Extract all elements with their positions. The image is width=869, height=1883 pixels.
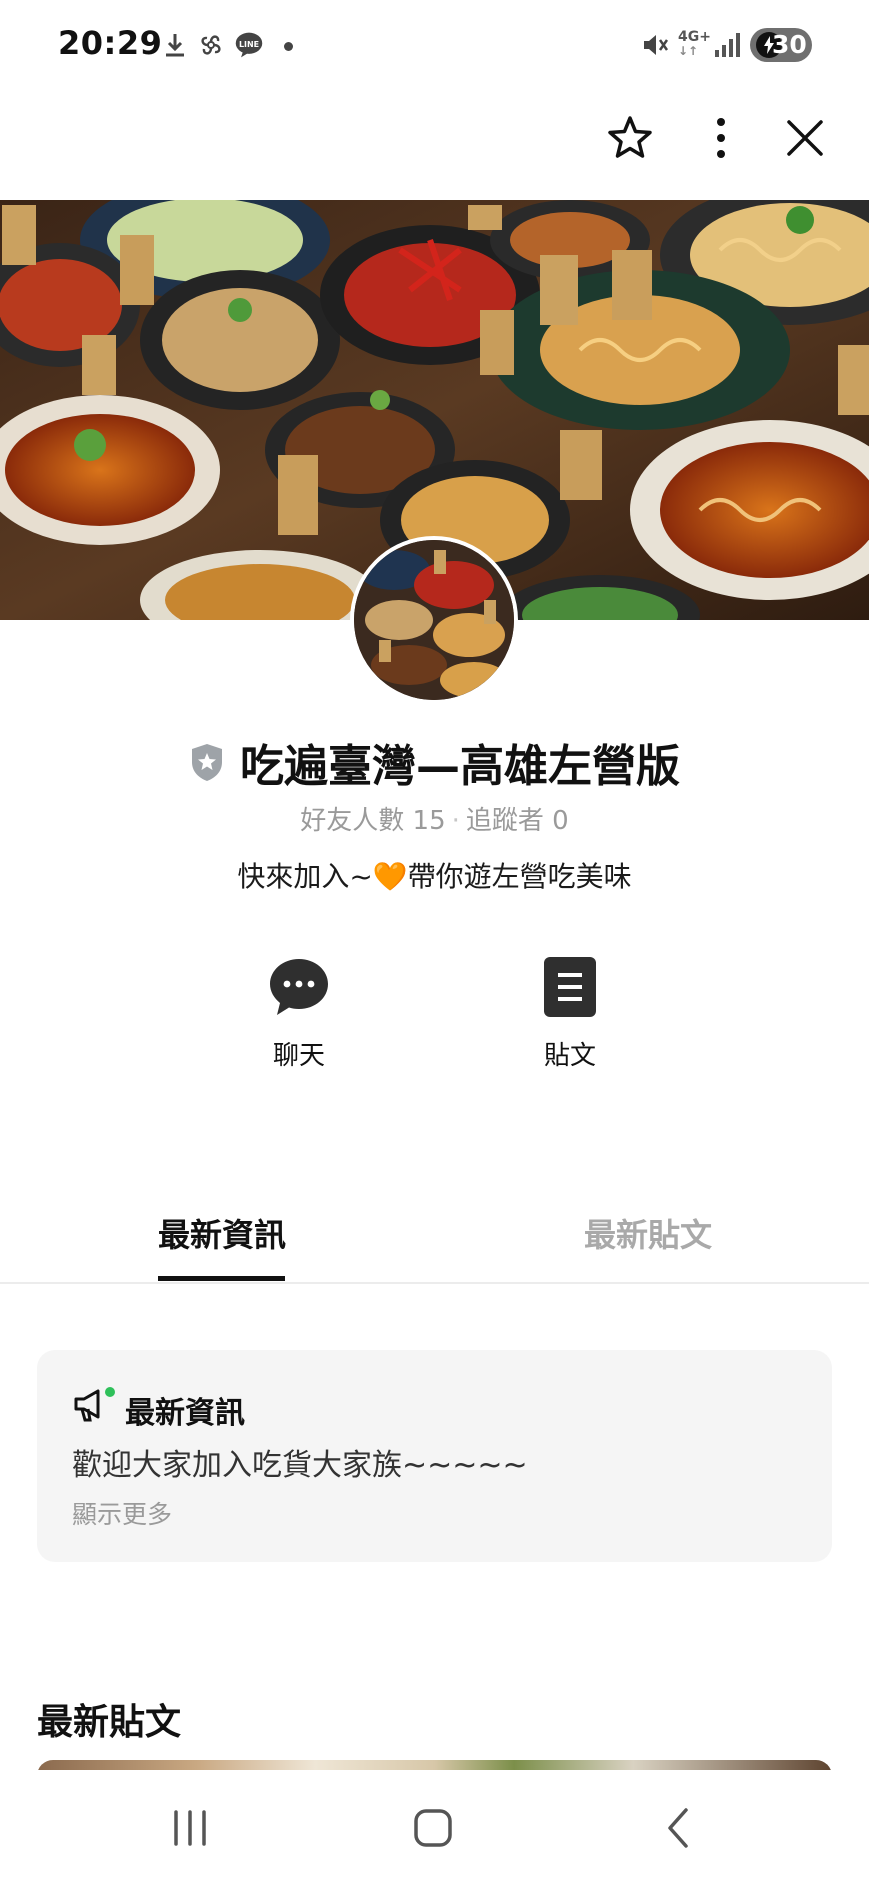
chat-bubble-icon (270, 959, 328, 1015)
friends-count[interactable]: 好友人數 15 (300, 806, 445, 836)
battery-level: 30 (772, 30, 807, 59)
line-app-icon: LINE (235, 32, 263, 58)
home-icon[interactable] (403, 1800, 463, 1856)
tab-latest-posts[interactable]: 最新貼文 (584, 1210, 712, 1256)
network-4g-icon: 4G+ ↓↑ (678, 29, 711, 58)
announcement-title: 最新資訊 (125, 1396, 245, 1431)
stats-row: 好友人數 15 · 追蹤者 0 (300, 806, 569, 836)
post-list-icon (544, 957, 596, 1017)
show-more-link[interactable]: 顯示更多 (72, 1495, 172, 1531)
download-icon (166, 34, 184, 57)
close-icon[interactable] (777, 110, 833, 166)
posts-button[interactable]: 貼文 (510, 955, 630, 1072)
notification-dot-icon (284, 42, 293, 51)
tab-latest-news[interactable]: 最新資訊 (158, 1210, 286, 1256)
account-name-row: 吃遍臺灣—高雄左營版 (0, 730, 869, 794)
mute-icon (644, 35, 669, 55)
svg-text:LINE: LINE (239, 40, 259, 49)
verified-shield-icon (191, 744, 222, 781)
announcement-body: 歡迎大家加入吃貨大家族~~~~~ (72, 1448, 528, 1483)
status-message: 快來加入~🧡帶你遊左營吃美味 (237, 860, 632, 893)
recent-apps-icon[interactable] (160, 1800, 220, 1856)
pinwheel-icon (201, 35, 221, 55)
status-time: 20:29 (58, 24, 163, 62)
megaphone-icon (74, 1387, 115, 1422)
avatar[interactable] (350, 536, 518, 704)
more-vertical-icon[interactable] (693, 110, 749, 166)
star-icon[interactable] (602, 110, 658, 166)
chat-button[interactable]: 聊天 (239, 955, 359, 1072)
tab-bar (0, 1190, 869, 1284)
battery-charging-icon: 30 (750, 28, 812, 62)
account-name: 吃遍臺灣—高雄左營版 (240, 741, 681, 792)
back-icon[interactable] (648, 1800, 708, 1856)
signal-icon (715, 33, 740, 57)
followers-count[interactable]: 追蹤者 0 (466, 806, 569, 836)
latest-posts-heading: 最新貼文 (37, 1702, 182, 1743)
active-tab-indicator (158, 1276, 285, 1281)
chat-label: 聊天 (272, 1041, 325, 1071)
posts-label: 貼文 (543, 1041, 596, 1071)
